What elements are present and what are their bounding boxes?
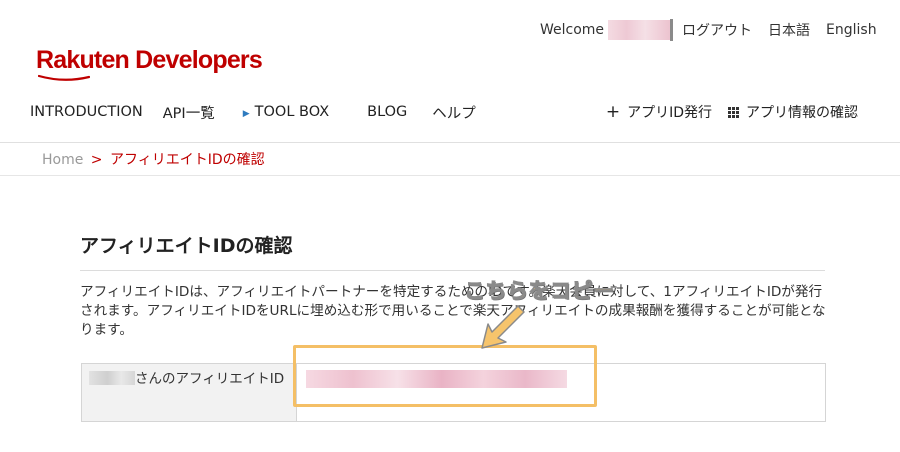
rakuten-developers-logo[interactable]: Rakuten Developers [36,46,263,75]
copy-callout-text: こちらをコピー [464,279,615,304]
plus-icon: + [605,101,621,122]
app-info-link[interactable]: アプリ情報の確認 [728,102,858,122]
copy-highlight-box [293,345,597,407]
language-english-link[interactable]: English [826,22,877,38]
description-text: アフィリエイトIDは、アフィリエイトパートナーを特定するためのIDです。楽天会員… [80,284,826,338]
breadcrumb-current: アフィリエイトIDの確認 [109,152,265,168]
breadcrumb: Home > アフィリエイトIDの確認 [42,149,265,169]
app-info-label: アプリ情報の確認 [746,105,858,121]
nav-blog[interactable]: BLOG [367,104,407,120]
page-title: アフィリエイトIDの確認 [80,235,293,257]
main-nav: INTRODUCTION API一覧 ▶ TOOL BOX BLOG ヘルプ [30,101,496,123]
logo-swoosh-icon [38,74,90,81]
logout-link[interactable]: ログアウト [682,20,752,40]
issue-app-id-label: アプリID発行 [627,105,712,121]
issue-app-id-link[interactable]: + アプリID発行 [606,102,712,122]
username-divider [670,19,674,41]
title-divider [80,270,825,271]
breadcrumb-separator: > [90,152,103,168]
username-redacted [608,20,671,40]
arrow-down-left-icon [481,305,525,349]
grid-icon [728,106,739,118]
caret-right-icon: ▶ [242,109,250,119]
nav-introduction[interactable]: INTRODUCTION [30,104,143,120]
breadcrumb-top-divider [0,142,900,143]
username-redacted [89,371,135,385]
app-nav: + アプリID発行 アプリ情報の確認 [606,101,858,123]
affiliate-id-label: さんのアフィリエイトID [135,371,285,387]
welcome-label: Welcome [540,22,605,38]
breadcrumb-bottom-divider [0,175,900,176]
utility-bar: Welcome ログアウト 日本語 English [540,19,877,41]
nav-toolbox-label: TOOL BOX [254,104,330,120]
language-japanese-link[interactable]: 日本語 [768,20,810,40]
breadcrumb-home-link[interactable]: Home [42,152,83,168]
nav-api-list[interactable]: API一覧 [163,102,215,123]
nav-help[interactable]: ヘルプ [432,102,476,123]
nav-toolbox[interactable]: ▶ TOOL BOX [243,104,329,120]
affiliate-id-label-cell: さんのアフィリエイトID [82,364,297,421]
